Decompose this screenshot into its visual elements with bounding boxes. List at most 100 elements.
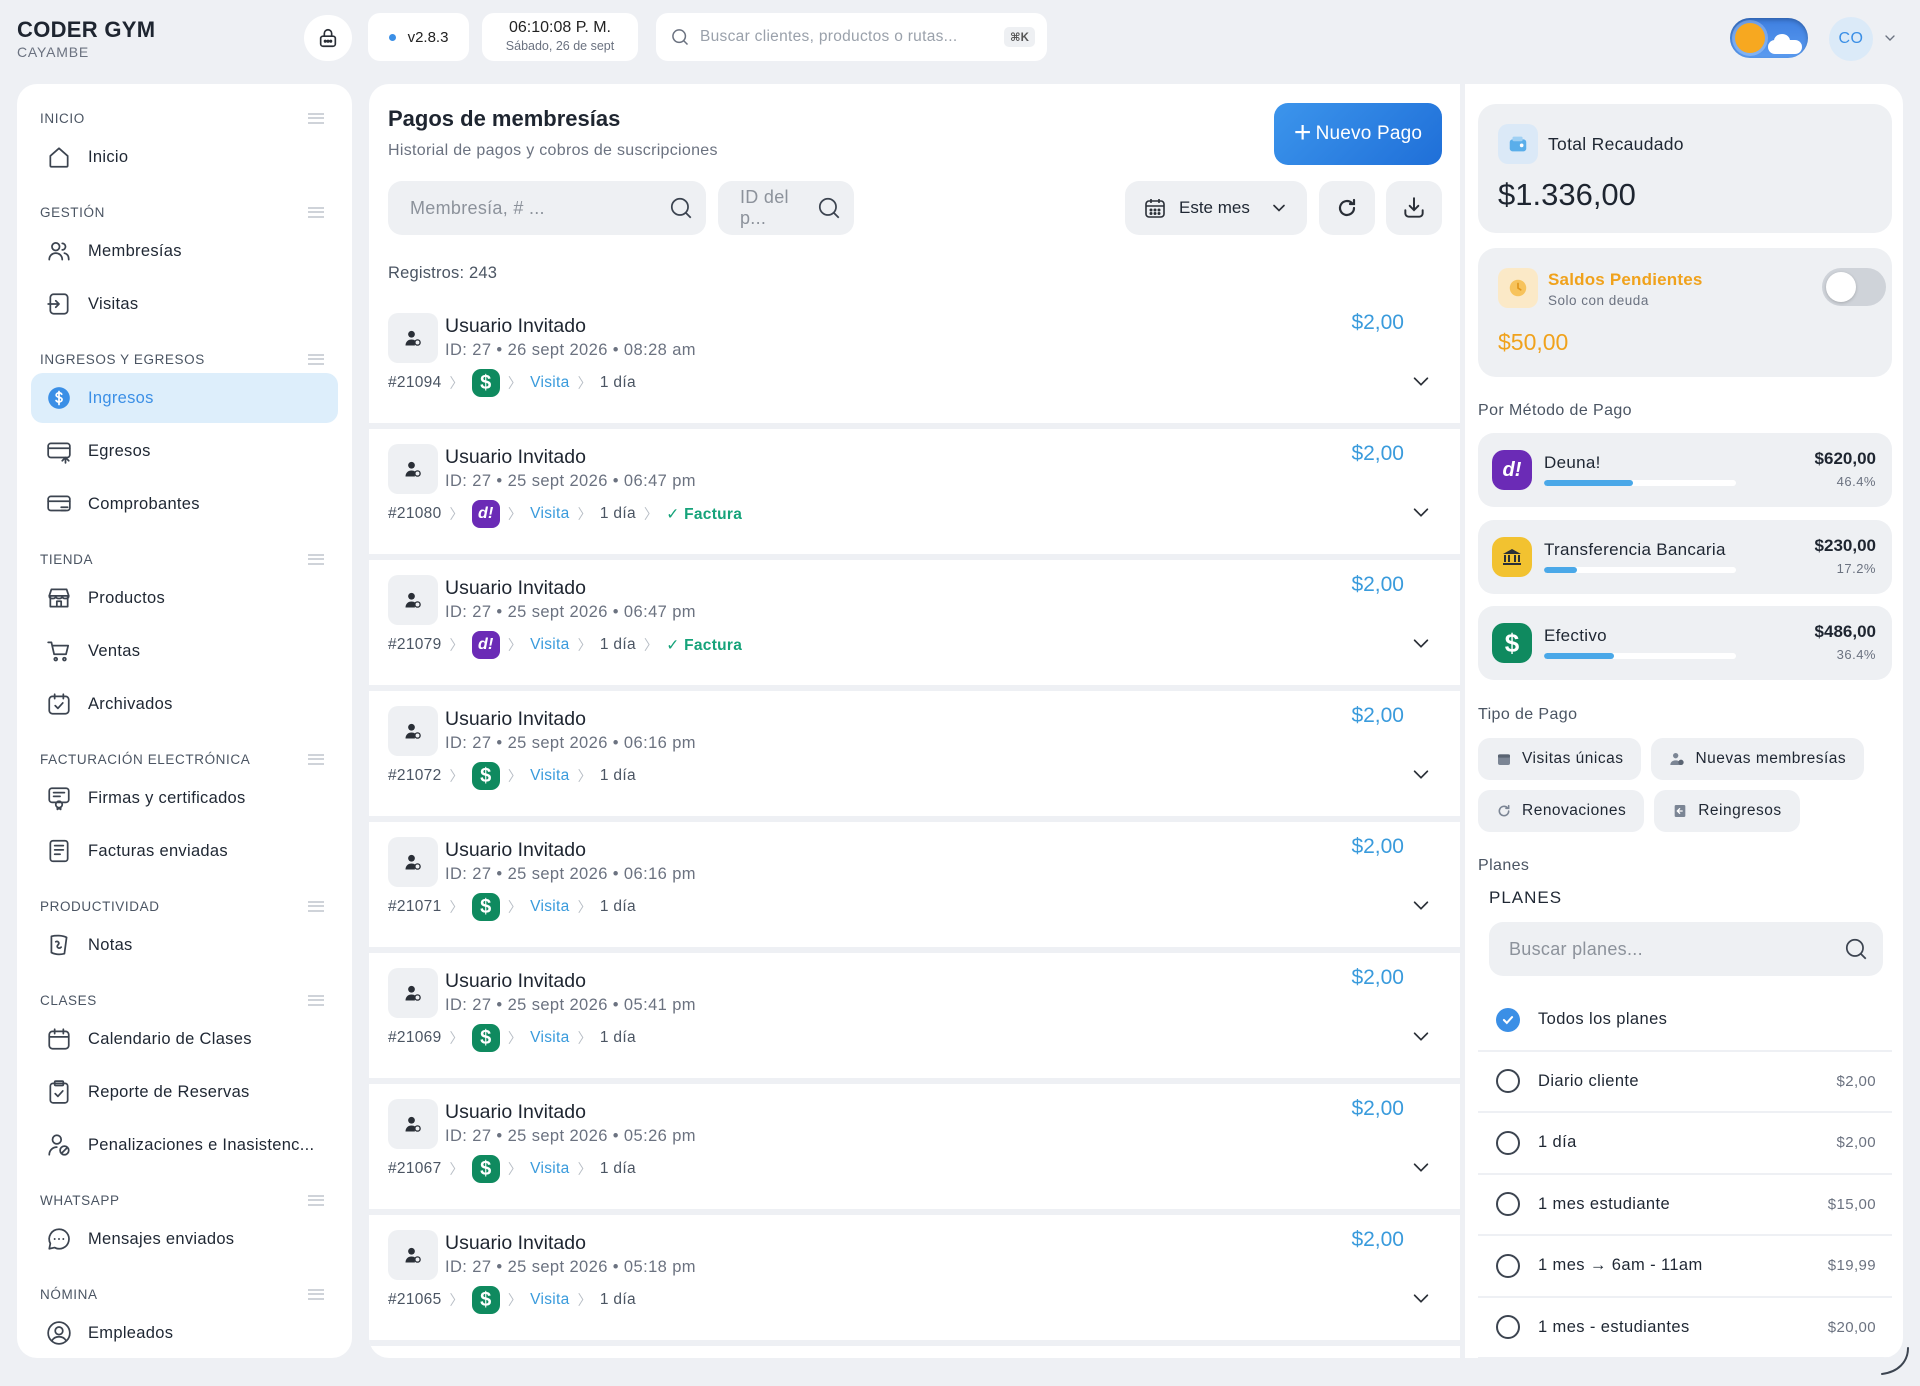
download-button[interactable] (1386, 181, 1442, 235)
lock-button[interactable] (304, 15, 352, 61)
payment-type[interactable]: Visita (530, 1291, 569, 1309)
user-avatar[interactable]: CO (1829, 17, 1873, 61)
sidebar-item-membresías[interactable]: Membresías (31, 226, 338, 276)
sidebar-section-0[interactable]: INICIO (31, 104, 338, 132)
plan-option[interactable]: Todos los planes (1478, 990, 1892, 1052)
period-select[interactable]: Este mes (1125, 181, 1307, 235)
invoice-tag[interactable]: ✓ Factura (666, 505, 742, 524)
plan-option[interactable]: 1 día $2,00 (1478, 1113, 1892, 1175)
sidebar-item-visitas[interactable]: Visitas (31, 279, 338, 329)
method-amount: $486,00 (1814, 622, 1876, 641)
brand[interactable]: CODER GYM CAYAMBE (17, 17, 155, 60)
radio-checked-icon[interactable] (1496, 1007, 1520, 1032)
membership-search-input[interactable]: Membresía, # ... (388, 181, 706, 235)
type-chip-new-memberships[interactable]: Nuevas membresías (1651, 738, 1865, 780)
sidebar-item-comprobantes[interactable]: Comprobantes (31, 479, 338, 529)
sidebar-item-ingresos[interactable]: Ingresos (31, 373, 338, 423)
radio-icon[interactable] (1496, 1253, 1520, 1278)
sidebar-item-label: Membresías (88, 241, 182, 260)
sidebar-item-productos[interactable]: Productos (31, 573, 338, 623)
payment-row[interactable]: Usuario Invitado ID: 27 • 25 sept 2026 •… (369, 953, 1460, 1084)
sidebar-item-penalizaciones-e-inasistenc[interactable]: Penalizaciones e Inasistenc... (31, 1120, 338, 1170)
payment-method-card[interactable]: d! Deuna! $620,00 46.4% (1478, 433, 1892, 507)
sidebar-item-notas[interactable]: Notas (31, 920, 338, 970)
global-search-input[interactable]: Buscar clientes, productos o rutas... ⌘K (656, 13, 1047, 61)
sidebar-section-4[interactable]: FACTURACIÓN ELECTRÓNICA (31, 745, 338, 773)
payment-method-card[interactable]: Transferencia Bancaria $230,00 17.2% (1478, 520, 1892, 594)
type-chip-single-visits[interactable]: Visitas únicas (1478, 738, 1642, 780)
payment-type[interactable]: Visita (530, 636, 569, 654)
plan-option[interactable]: 1 mes estudiante $15,00 (1478, 1175, 1892, 1236)
payment-method-card[interactable]: $ Efectivo $486,00 36.4% (1478, 606, 1892, 680)
sidebar-item-calendario-de-clases[interactable]: Calendario de Clases (31, 1014, 338, 1064)
sidebar-item-egresos[interactable]: Egresos (31, 426, 338, 476)
chevron-down-icon[interactable] (1410, 1156, 1432, 1178)
menu-icon[interactable] (308, 1194, 324, 1206)
radio-icon[interactable] (1496, 1192, 1520, 1217)
sidebar-item-ventas[interactable]: Ventas (31, 626, 338, 676)
sidebar-item-firmas-y-certificados[interactable]: Firmas y certificados (31, 773, 338, 823)
new-payment-button[interactable]: + Nuevo Pago (1274, 103, 1442, 165)
sidebar-item-reporte-de-reservas[interactable]: Reporte de Reservas (31, 1067, 338, 1117)
sidebar-item-label: Calendario de Clases (88, 1029, 252, 1048)
sidebar-section-3[interactable]: TIENDA (31, 545, 338, 573)
sidebar-item-mensajes-enviados[interactable]: Mensajes enviados (31, 1214, 338, 1264)
radio-icon[interactable] (1496, 1130, 1520, 1155)
payment-type[interactable]: Visita (530, 505, 569, 523)
payment-row[interactable]: Usuario Invitado ID: 27 • 25 sept 2026 •… (369, 560, 1460, 691)
sidebar-section-8[interactable]: NÓMINA (31, 1280, 338, 1308)
radio-icon[interactable] (1496, 1069, 1520, 1094)
menu-icon[interactable] (308, 753, 324, 765)
chevron-down-icon[interactable] (1410, 370, 1432, 392)
menu-icon[interactable] (308, 1288, 324, 1300)
sidebar-item-empleados[interactable]: Empleados (31, 1308, 338, 1358)
type-chip-renewals[interactable]: Renovaciones (1478, 790, 1645, 832)
menu-icon[interactable] (308, 553, 324, 565)
payment-type[interactable]: Visita (530, 374, 569, 392)
menu-icon[interactable] (308, 994, 324, 1006)
theme-toggle[interactable] (1730, 18, 1808, 58)
refresh-button[interactable] (1319, 181, 1375, 235)
version-chip[interactable]: v2.8.3 (368, 13, 469, 61)
menu-icon[interactable] (308, 206, 324, 218)
menu-icon[interactable] (308, 900, 324, 912)
plan-option[interactable]: 1 mes → 6am - 11am $19,99 (1478, 1236, 1892, 1298)
menu-icon[interactable] (308, 353, 324, 365)
plan-option[interactable]: Diario cliente $2,00 (1478, 1052, 1892, 1113)
payment-row[interactable]: Usuario Invitado ID: 27 • 25 sept 2026 •… (369, 1215, 1460, 1346)
sidebar-item-archivados[interactable]: Archivados (31, 679, 338, 729)
chevron-down-icon[interactable] (1882, 30, 1898, 46)
sidebar-section-6[interactable]: CLASES (31, 986, 338, 1014)
sidebar-section-5[interactable]: PRODUCTIVIDAD (31, 892, 338, 920)
plan-option[interactable]: 1 mes - estudiantes $20,00 (1478, 1298, 1892, 1358)
payment-type[interactable]: Visita (530, 898, 569, 916)
clock-chip: 06:10:08 P. M. Sábado, 26 de sept (482, 13, 638, 61)
debt-only-toggle[interactable] (1822, 268, 1886, 306)
chevron-down-icon[interactable] (1410, 1025, 1432, 1047)
chevron-down-icon[interactable] (1410, 632, 1432, 654)
invoice-tag[interactable]: ✓ Factura (666, 636, 742, 655)
sidebar-item-inicio[interactable]: Inicio (31, 132, 338, 182)
chevron-down-icon[interactable] (1410, 894, 1432, 916)
radio-icon[interactable] (1496, 1315, 1520, 1340)
plan-search-input[interactable]: Buscar planes... (1489, 922, 1883, 976)
chevron-down-icon[interactable] (1410, 1287, 1432, 1309)
payment-row[interactable]: Usuario Invitado ID: 27 • 25 sept 2026 •… (369, 822, 1460, 953)
payment-row[interactable]: Usuario Invitado ID: 27 • 25 sept 2026 •… (369, 429, 1460, 560)
sidebar-section-2[interactable]: INGRESOS Y EGRESOS (31, 345, 338, 373)
payment-id-search-input[interactable]: ID del p... (718, 181, 854, 235)
menu-icon[interactable] (308, 112, 324, 124)
payment-type[interactable]: Visita (530, 767, 569, 785)
payment-row[interactable]: Usuario Invitado ID: 27 • 25 sept 2026 •… (369, 1084, 1460, 1215)
payment-row[interactable]: Usuario Invitado ID: 27 • 25 sept 2026 •… (369, 691, 1460, 822)
chevron-down-icon[interactable] (1410, 501, 1432, 523)
type-chip-reentries[interactable]: Reingresos (1654, 790, 1800, 832)
payment-type[interactable]: Visita (530, 1029, 569, 1047)
payment-type[interactable]: Visita (530, 1160, 569, 1178)
method-percent: 17.2% (1836, 561, 1876, 576)
sidebar-item-facturas-enviadas[interactable]: Facturas enviadas (31, 826, 338, 876)
sidebar-section-1[interactable]: GESTIÓN (31, 198, 338, 226)
payment-row[interactable]: Usuario Invitado ID: 27 • 26 sept 2026 •… (369, 298, 1460, 429)
sidebar-section-7[interactable]: WHATSAPP (31, 1186, 338, 1214)
chevron-down-icon[interactable] (1410, 763, 1432, 785)
